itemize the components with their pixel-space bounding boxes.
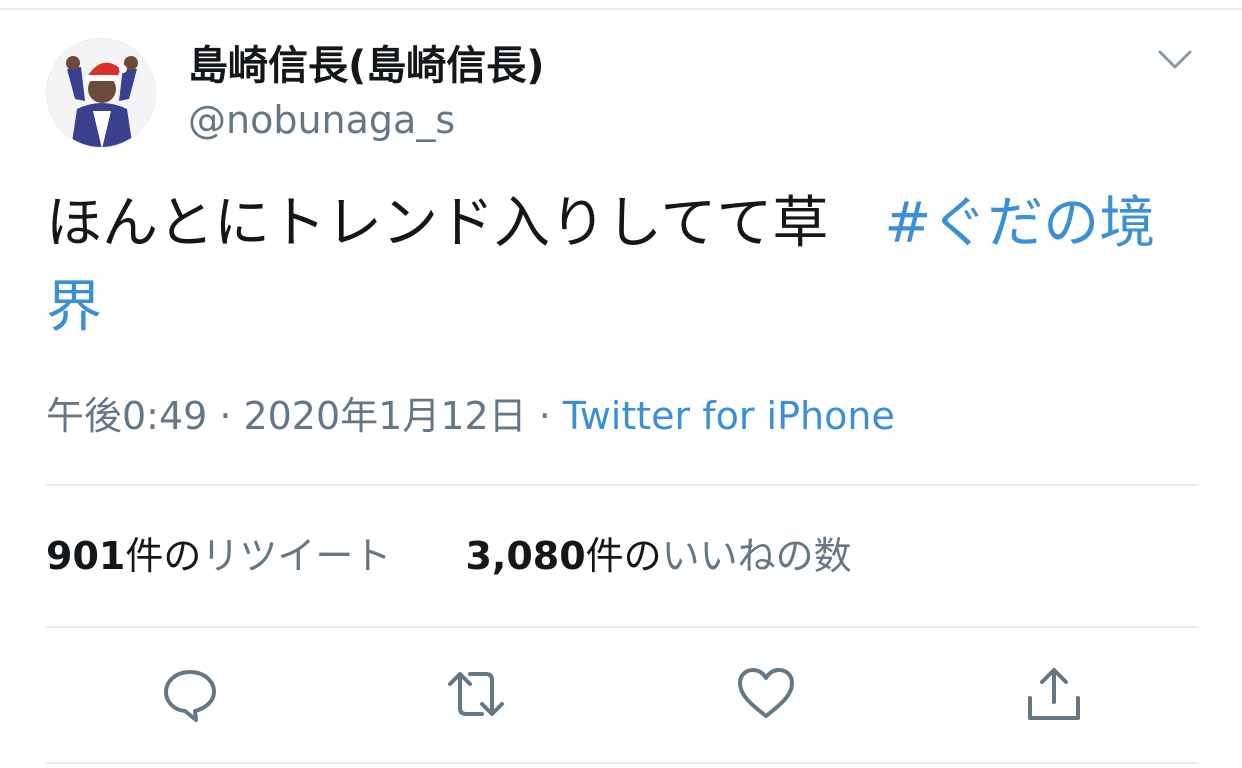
like-count-label: いいねの数: [661, 534, 852, 578]
tweet-time: 午後0:49: [46, 394, 208, 438]
tweet-stats: 901件のリツイート 3,080件のいいねの数: [46, 532, 852, 580]
retweet-count-number: 901: [46, 534, 126, 578]
like-count-unit: 件の: [585, 534, 662, 578]
divider: [46, 762, 1198, 764]
reply-bubble-icon: [164, 670, 216, 722]
avatar-santa-hat-icon: [47, 39, 155, 147]
divider: [46, 484, 1198, 486]
retweet-count-unit: 件の: [125, 534, 202, 578]
retweet-count-label: リツイート: [201, 534, 392, 578]
tweet-source-link[interactable]: Twitter for iPhone: [563, 394, 895, 438]
display-name[interactable]: 島崎信長(島崎信長): [188, 40, 545, 92]
heart-icon: [738, 668, 794, 718]
avatar[interactable]: [46, 38, 156, 148]
like-count-number: 3,080: [465, 534, 586, 578]
retweet-button[interactable]: [446, 664, 506, 724]
meta-separator: ·: [219, 394, 232, 438]
user-handle[interactable]: @nobunaga_s: [188, 96, 455, 144]
top-divider: [0, 8, 1242, 10]
like-count[interactable]: 3,080件のいいねの数: [465, 532, 851, 580]
tweet-date: 2020年1月12日: [243, 394, 527, 438]
reply-button[interactable]: [160, 664, 220, 724]
chevron-down-icon[interactable]: [1150, 40, 1200, 80]
tweet-meta: 午後0:49 · 2020年1月12日 · Twitter for iPhone: [46, 392, 895, 440]
share-icon: [1028, 668, 1080, 720]
tweet-body: ほんとにトレンド入りしてて草: [46, 191, 885, 256]
retweet-icon: [448, 672, 504, 716]
meta-separator: ·: [538, 394, 551, 438]
share-button[interactable]: [1024, 664, 1084, 724]
tweet-text: ほんとにトレンド入りしてて草 #ぐだの境界: [46, 182, 1196, 350]
like-button[interactable]: [736, 664, 796, 724]
retweet-count[interactable]: 901件のリツイート: [46, 532, 391, 580]
divider: [46, 626, 1198, 628]
